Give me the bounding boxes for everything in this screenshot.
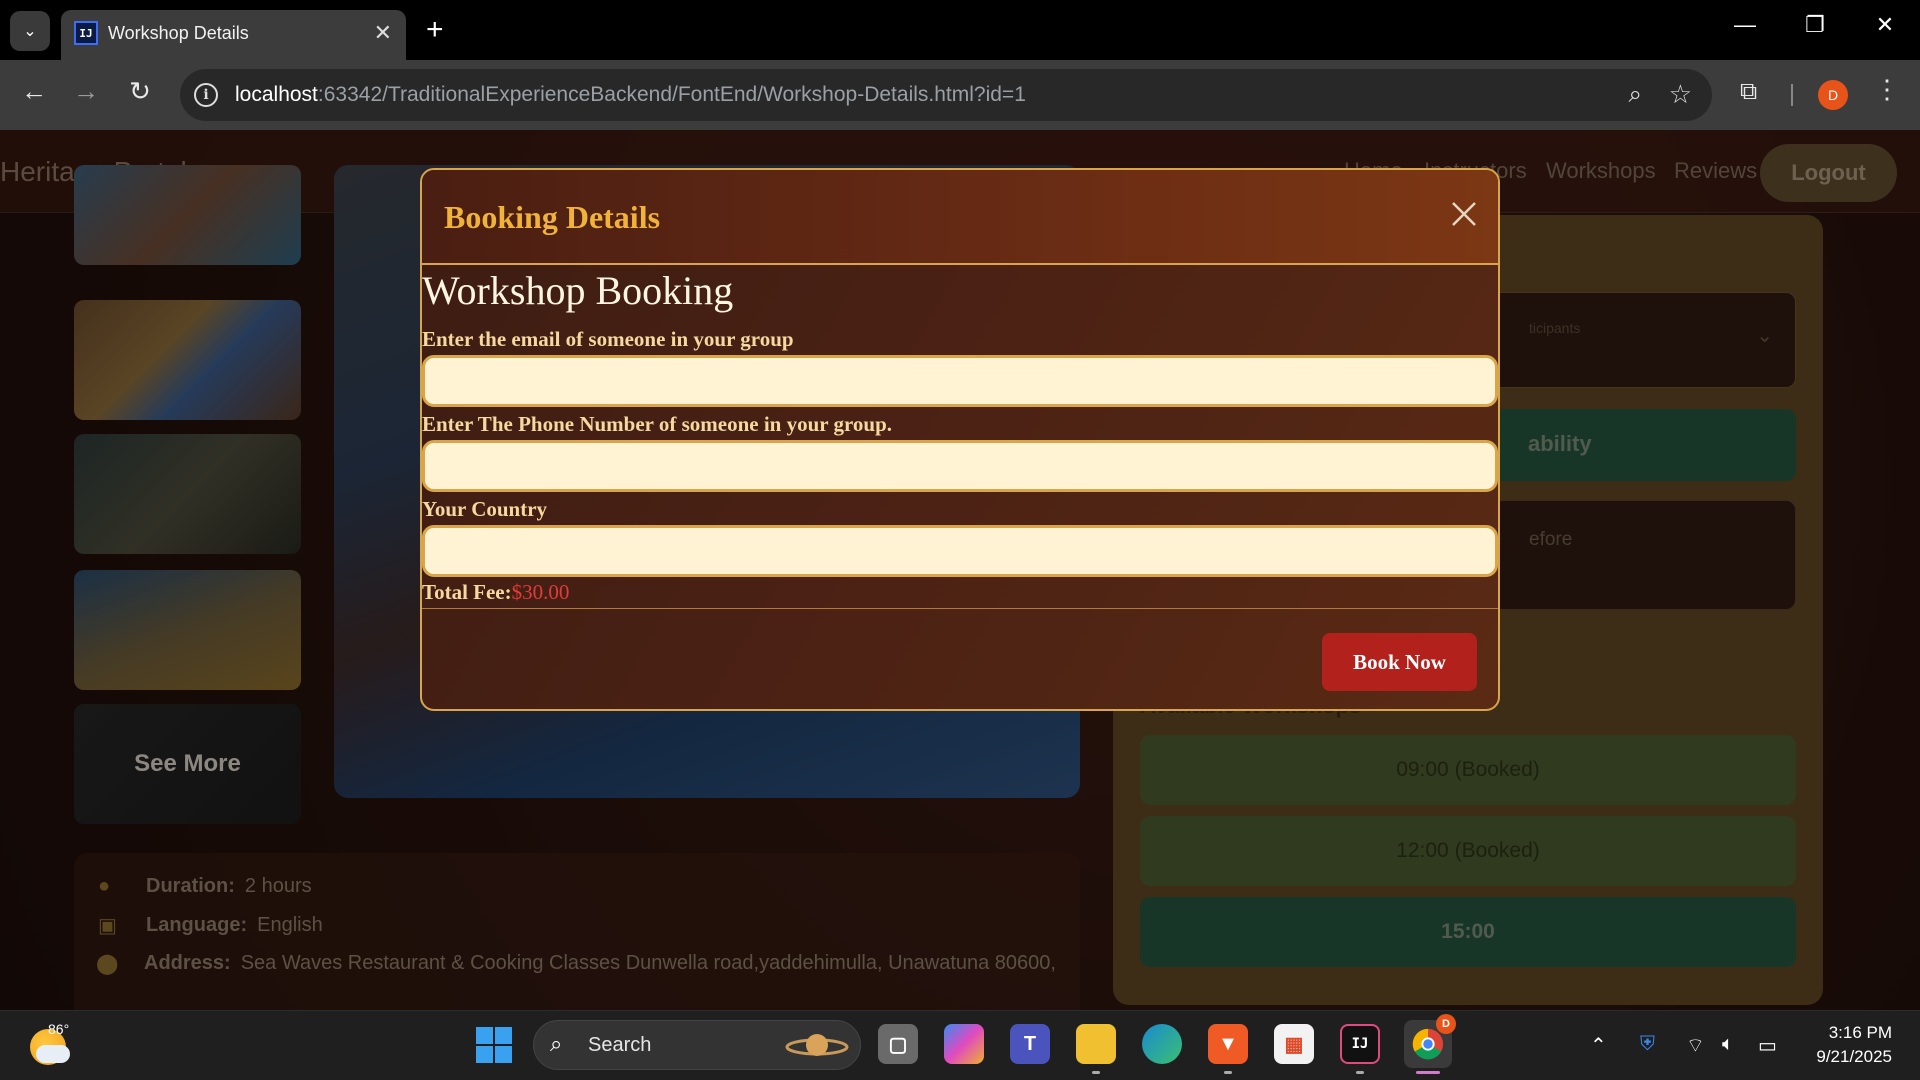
volume-icon[interactable]: 🔈︎ <box>1722 1033 1734 1056</box>
file-explorer-icon[interactable] <box>1076 1024 1116 1064</box>
chevron-down-icon: ⌄ <box>23 23 37 40</box>
fee-value: $30.00 <box>511 580 570 604</box>
back-icon[interactable]: ← <box>16 76 52 107</box>
taskbar: 86° ⌕ Search ▢ T ▼ ▦ IJ D ⌃ ⛨ ⌔ 🔈︎ ▭ 3:1… <box>0 1010 1920 1080</box>
phone-label: Enter The Phone Number of someone in you… <box>422 412 893 436</box>
minimize-icon[interactable]: — <box>1725 12 1765 38</box>
book-now-button[interactable]: Book Now <box>1322 633 1477 691</box>
reload-icon[interactable]: ↻ <box>122 76 158 107</box>
running-indicator <box>1092 1071 1100 1074</box>
edge-icon[interactable] <box>1142 1024 1182 1064</box>
task-view-icon[interactable]: ▢ <box>878 1024 918 1064</box>
microsoft-store-icon[interactable]: ▦ <box>1274 1024 1314 1064</box>
profile-avatar[interactable]: D <box>1818 80 1848 110</box>
booking-modal: Booking Details Workshop Booking Enter t… <box>420 168 1500 711</box>
show-hidden-icons[interactable]: ⌃ <box>1590 1033 1607 1058</box>
close-icon[interactable] <box>1446 196 1482 232</box>
running-indicator <box>1224 1071 1232 1074</box>
modal-footer-divider <box>422 608 1498 609</box>
extensions-icon[interactable]: ⧉ <box>1740 78 1757 106</box>
modal-header: Booking Details <box>422 170 1498 265</box>
country-field[interactable] <box>422 525 1498 577</box>
browser-menu-icon[interactable]: ⋮ <box>1874 74 1900 105</box>
window-close-icon[interactable]: ✕ <box>1865 12 1905 38</box>
temperature: 86° <box>48 1021 70 1037</box>
active-indicator <box>1416 1071 1440 1074</box>
windows-start-icon[interactable] <box>476 1027 512 1063</box>
intellij-favicon-icon: IJ <box>74 21 98 45</box>
chrome-profile-badge: D <box>1436 1014 1456 1034</box>
fee-label: Total Fee: <box>422 580 512 604</box>
url-text[interactable]: localhost:63342/TraditionalExperienceBac… <box>235 83 1026 107</box>
security-shield-icon[interactable]: ⛨ <box>1640 1033 1655 1056</box>
zoom-icon[interactable]: ⌕ <box>1629 81 1642 109</box>
cloud-icon <box>36 1045 70 1063</box>
forward-icon[interactable]: → <box>68 76 104 107</box>
chrome-taskbar-button[interactable]: D <box>1404 1014 1456 1068</box>
search-icon: ⌕ <box>550 1031 563 1056</box>
battery-icon[interactable]: ▭ <box>1758 1033 1777 1058</box>
taskbar-search[interactable]: ⌕ Search <box>533 1020 861 1070</box>
total-fee: Total Fee:$30.00 <box>422 580 569 605</box>
teams-icon[interactable]: T <box>1010 1024 1050 1064</box>
restore-icon[interactable]: ❐ <box>1795 12 1835 38</box>
modal-title: Booking Details <box>444 199 661 235</box>
system-clock[interactable]: 3:16 PM 9/21/2025 <box>1800 1021 1892 1069</box>
tab-close-icon[interactable]: ✕ <box>374 20 392 46</box>
toolbar-divider <box>1791 84 1793 106</box>
country-label: Your Country <box>422 497 548 521</box>
site-info-icon[interactable]: i <box>194 83 218 107</box>
brave-icon[interactable]: ▼ <box>1208 1024 1248 1064</box>
intellij-icon[interactable]: IJ <box>1340 1024 1380 1064</box>
browser-tab[interactable]: IJ Workshop Details ✕ <box>61 10 406 60</box>
running-indicator <box>1356 1071 1364 1074</box>
email-field[interactable] <box>422 355 1498 407</box>
saturn-icon <box>785 1034 849 1056</box>
address-bar[interactable]: i localhost:63342/TraditionalExperienceB… <box>180 69 1712 121</box>
copilot-icon[interactable] <box>944 1024 984 1064</box>
wifi-icon[interactable]: ⌔ <box>1686 1033 1705 1058</box>
browser-tab-bar: ⌄ IJ Workshop Details ✕ + — ❐ ✕ <box>0 0 1920 60</box>
tab-title: Workshop Details <box>108 23 249 43</box>
booking-heading: Workshop Booking <box>422 268 734 313</box>
new-tab-button[interactable]: + <box>426 12 444 48</box>
phone-field[interactable] <box>422 440 1498 492</box>
tab-search-button[interactable]: ⌄ <box>10 11 50 51</box>
email-label: Enter the email of someone in your group <box>422 327 794 351</box>
bookmark-star-icon[interactable]: ☆ <box>1669 79 1692 110</box>
browser-toolbar: ← → ↻ i localhost:63342/TraditionalExper… <box>0 60 1920 130</box>
